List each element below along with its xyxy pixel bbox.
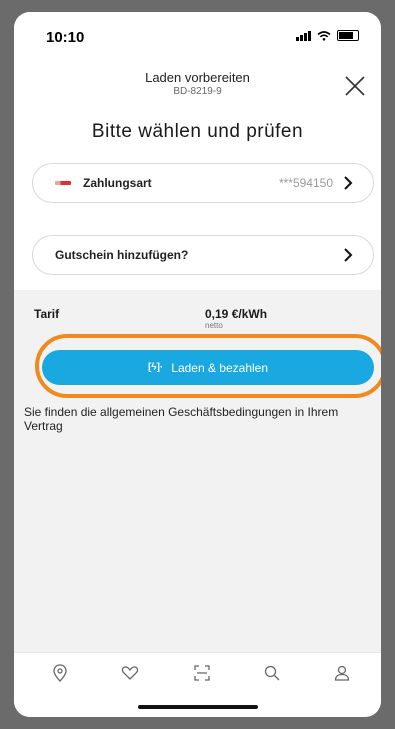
phone-screen: 10:10 Laden vorbereiten BD-8219-9 Bitte … xyxy=(14,12,381,717)
tariff-note: netto xyxy=(205,321,223,330)
page-title: Bitte wählen und prüfen xyxy=(91,121,304,142)
terms-text: Sie finden die allgemeinen Geschäftsbedi… xyxy=(24,405,339,433)
chevron-right-icon xyxy=(344,176,353,190)
scan-icon[interactable] xyxy=(192,663,212,683)
chevron-right-icon xyxy=(344,248,353,262)
card-icon xyxy=(55,181,71,185)
profile-icon[interactable] xyxy=(332,663,352,683)
header-title: Laden vorbereiten xyxy=(145,70,250,85)
payment-method-row[interactable]: Zahlungsart ***594150 xyxy=(32,163,374,203)
map-pin-icon[interactable] xyxy=(50,663,70,683)
home-indicator xyxy=(138,705,258,709)
battery-icon xyxy=(337,30,359,41)
wifi-icon xyxy=(317,30,331,41)
signal-icon xyxy=(296,30,311,41)
heart-icon[interactable] xyxy=(120,663,140,683)
tariff-value: 0,19 €/kWh xyxy=(205,307,268,321)
charge-and-pay-button[interactable]: [ϟ]· Laden & bezahlen xyxy=(42,350,374,385)
payment-card-number: ***594150 xyxy=(278,176,333,190)
voucher-row[interactable]: Gutschein hinzufügen? xyxy=(32,235,374,275)
search-icon[interactable] xyxy=(262,663,282,683)
status-icons xyxy=(296,30,359,41)
header-subtitle: BD-8219-9 xyxy=(173,86,222,97)
header: Laden vorbereiten BD-8219-9 xyxy=(14,62,381,114)
status-time: 10:10 xyxy=(46,29,85,46)
tariff-label: Tarif xyxy=(34,307,60,321)
close-icon[interactable] xyxy=(341,72,369,100)
status-bar: 10:10 xyxy=(14,12,381,62)
charging-icon: [ϟ]· xyxy=(147,362,164,373)
voucher-label: Gutschein hinzufügen? xyxy=(55,248,189,262)
charge-and-pay-label: Laden & bezahlen xyxy=(171,360,269,375)
tab-bar xyxy=(14,652,381,717)
payment-method-label: Zahlungsart xyxy=(83,176,152,190)
